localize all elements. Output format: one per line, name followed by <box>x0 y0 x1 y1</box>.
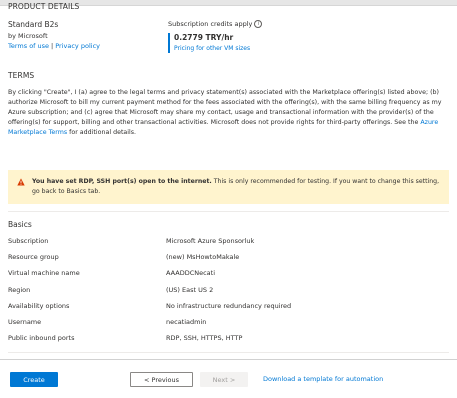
warning-banner: You have set RDP, SSH port(s) open to th… <box>8 170 449 204</box>
wizard-footer: Create < Previous Next > Download a temp… <box>0 359 457 398</box>
credits-label: Subscription credits apply <box>168 20 253 28</box>
summary-row: Region (US) East US 2 <box>8 285 448 301</box>
previous-button[interactable]: < Previous <box>130 372 193 387</box>
pricing-other-sizes-link[interactable]: Pricing for other VM sizes <box>174 44 368 53</box>
info-icon[interactable]: i <box>254 20 263 28</box>
terms-text: By clicking "Create", I (a) agree to the… <box>8 88 450 138</box>
credits-line: Subscription credits apply i <box>168 20 368 29</box>
summary-label-availability: Availability options <box>8 301 70 310</box>
bottom-divider <box>8 352 449 353</box>
summary-value-username: necatiadmin <box>166 317 207 326</box>
product-info: Standard B2s by Microsoft Terms of use | P… <box>8 20 158 51</box>
summary-label-subscription: Subscription <box>8 237 49 245</box>
basics-header: Basics <box>8 220 32 229</box>
price-value: 0.2779 TRY/hr <box>174 33 234 42</box>
terms-of-use-link[interactable]: Terms of use <box>8 42 49 50</box>
price-box: 0.2779 TRY/hr Pricing for other VM sizes <box>168 33 368 53</box>
create-button[interactable]: Create <box>10 372 58 387</box>
section-divider <box>8 211 449 212</box>
privacy-policy-link[interactable]: Privacy policy <box>55 42 100 50</box>
summary-label-username: Username <box>8 317 42 326</box>
warning-bold-text: You have set RDP, SSH port(s) open to th… <box>32 178 212 185</box>
terms-body-part2: for additional details. <box>67 129 137 136</box>
summary-row: Subscription Microsoft Azure Sponsorluk <box>8 236 448 252</box>
review-create-panel: PRODUCT DETAILS Standard B2s by Microsof… <box>0 0 457 359</box>
download-template-link[interactable]: Download a template for automation <box>263 373 383 386</box>
terms-header: TERMS <box>8 71 35 80</box>
summary-row: Virtual machine name AAADDCNecati <box>8 268 448 284</box>
summary-row: Resource group (new) MsHowtoMakale <box>8 252 448 268</box>
summary-value-subscription: Microsoft Azure Sponsorluk <box>166 237 255 245</box>
summary-value-vm-name: AAADDCNecati <box>166 269 216 278</box>
summary-value-inbound-ports: RDP, SSH, HTTPS, HTTP <box>166 334 243 343</box>
summary-row: Username necatiadmin <box>8 317 448 333</box>
product-publisher: by Microsoft <box>8 32 48 40</box>
summary-row: Availability options No infrastructure r… <box>8 301 448 317</box>
terms-body-part1: By clicking "Create", I (a) agree to the… <box>8 89 442 126</box>
product-details-row: Standard B2s by Microsoft Terms of use | P… <box>8 20 448 60</box>
summary-label-region: Region <box>8 285 31 294</box>
summary-label-vm-name: Virtual machine name <box>8 269 80 278</box>
product-links: Terms of use | Privacy policy <box>8 42 158 51</box>
pricing-info: Subscription credits apply i 0.2779 TRY/h… <box>168 20 368 53</box>
product-name: Standard B2s <box>8 20 59 29</box>
link-separator: | <box>51 42 54 50</box>
summary-value-availability: No infrastructure redundancy required <box>166 301 292 310</box>
product-details-header: PRODUCT DETAILS <box>8 2 80 11</box>
summary-label-resource-group: Resource group <box>8 253 59 262</box>
basics-summary-table: Subscription Microsoft Azure Sponsorluk … <box>8 236 448 349</box>
summary-label-inbound-ports: Public inbound ports <box>8 334 75 343</box>
next-button[interactable]: Next > <box>200 372 248 387</box>
warning-icon <box>17 178 25 186</box>
summary-row: Public inbound ports RDP, SSH, HTTPS, HT… <box>8 333 448 349</box>
summary-value-resource-group: (new) MsHowtoMakale <box>166 253 240 262</box>
summary-value-region: (US) East US 2 <box>166 285 214 294</box>
warning-text: You have set RDP, SSH port(s) open to th… <box>32 177 442 197</box>
